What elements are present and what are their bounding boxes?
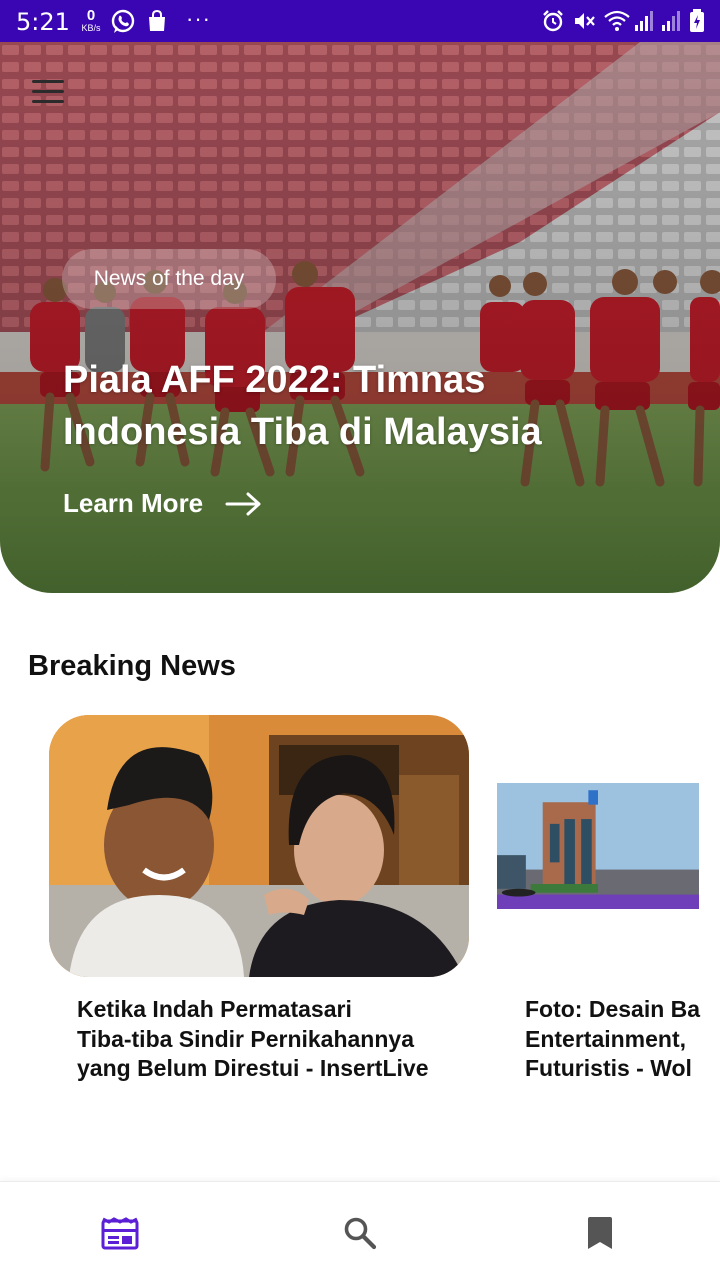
status-bar: 5:21 0 KB/s ···: [0, 0, 720, 42]
bookmark-icon: [588, 1217, 612, 1249]
network-speed-value: 0: [86, 7, 96, 24]
news-card-image: [49, 715, 469, 977]
news-card-title-line: Foto: Desain Ba: [525, 996, 701, 1022]
news-feed-icon: [101, 1217, 139, 1250]
whatsapp-icon: [111, 9, 135, 33]
news-card-title[interactable]: Foto: Desain Ba Entertainment, Futuristi…: [525, 995, 720, 1084]
breaking-news-title: Breaking News: [28, 650, 236, 682]
learn-more-label: Learn More: [63, 488, 204, 518]
signal-icon-1: [635, 11, 653, 31]
status-time: 5:21: [16, 8, 70, 36]
network-speed: 0 KB/s: [78, 8, 104, 33]
news-of-the-day-tag: News of the day: [62, 249, 276, 309]
news-card-title-line: Ketika Indah Permatasari: [77, 996, 352, 1022]
mute-icon: [575, 13, 595, 29]
news-card-title[interactable]: Ketika Indah Permatasari Tiba-tiba Sindi…: [77, 995, 457, 1084]
news-card[interactable]: Ketika Indah Permatasari Tiba-tiba Sindi…: [49, 715, 469, 1081]
signal-icon-2: [662, 11, 680, 31]
menu-icon[interactable]: [30, 78, 66, 106]
arrow-right-icon: [225, 492, 261, 515]
nav-search[interactable]: [340, 1213, 380, 1253]
nav-bookmarks[interactable]: [580, 1213, 620, 1253]
wifi-icon: [604, 10, 630, 31]
more-notifications-icon: ···: [186, 6, 211, 31]
hero-headline-line-2: Indonesia Tiba di Malaysia: [63, 411, 542, 453]
alarm-icon: [543, 10, 563, 32]
hero-headline: Piala AFF 2022: Timnas Indonesia Tiba di…: [63, 354, 663, 458]
news-card-image: [497, 782, 699, 910]
hero-headline-line-1: Piala AFF 2022: Timnas: [63, 359, 486, 401]
news-of-the-day-hero[interactable]: News of the day Piala AFF 2022: Timnas I…: [0, 42, 720, 593]
news-card-title-line: Futuristis - Wol: [525, 1055, 692, 1081]
news-card-title-line: Tiba-tiba Sindir Pernikahannya: [77, 1025, 414, 1052]
nav-home[interactable]: [100, 1213, 140, 1253]
network-speed-unit: KB/s: [81, 23, 101, 33]
search-icon: [344, 1217, 377, 1250]
shopping-bag-icon: [149, 9, 165, 31]
news-card[interactable]: Foto: Desain Ba Entertainment, Futuristi…: [497, 715, 720, 1081]
breaking-news-carousel[interactable]: Ketika Indah Permatasari Tiba-tiba Sindi…: [0, 715, 720, 1095]
news-card-title-line: Entertainment,: [525, 1025, 687, 1052]
news-card-title-line: yang Belum Direstui - InsertLive: [77, 1055, 429, 1081]
battery-icon: [690, 9, 704, 32]
learn-more-button[interactable]: Learn More: [63, 488, 263, 519]
bottom-navigation: [0, 1181, 720, 1280]
